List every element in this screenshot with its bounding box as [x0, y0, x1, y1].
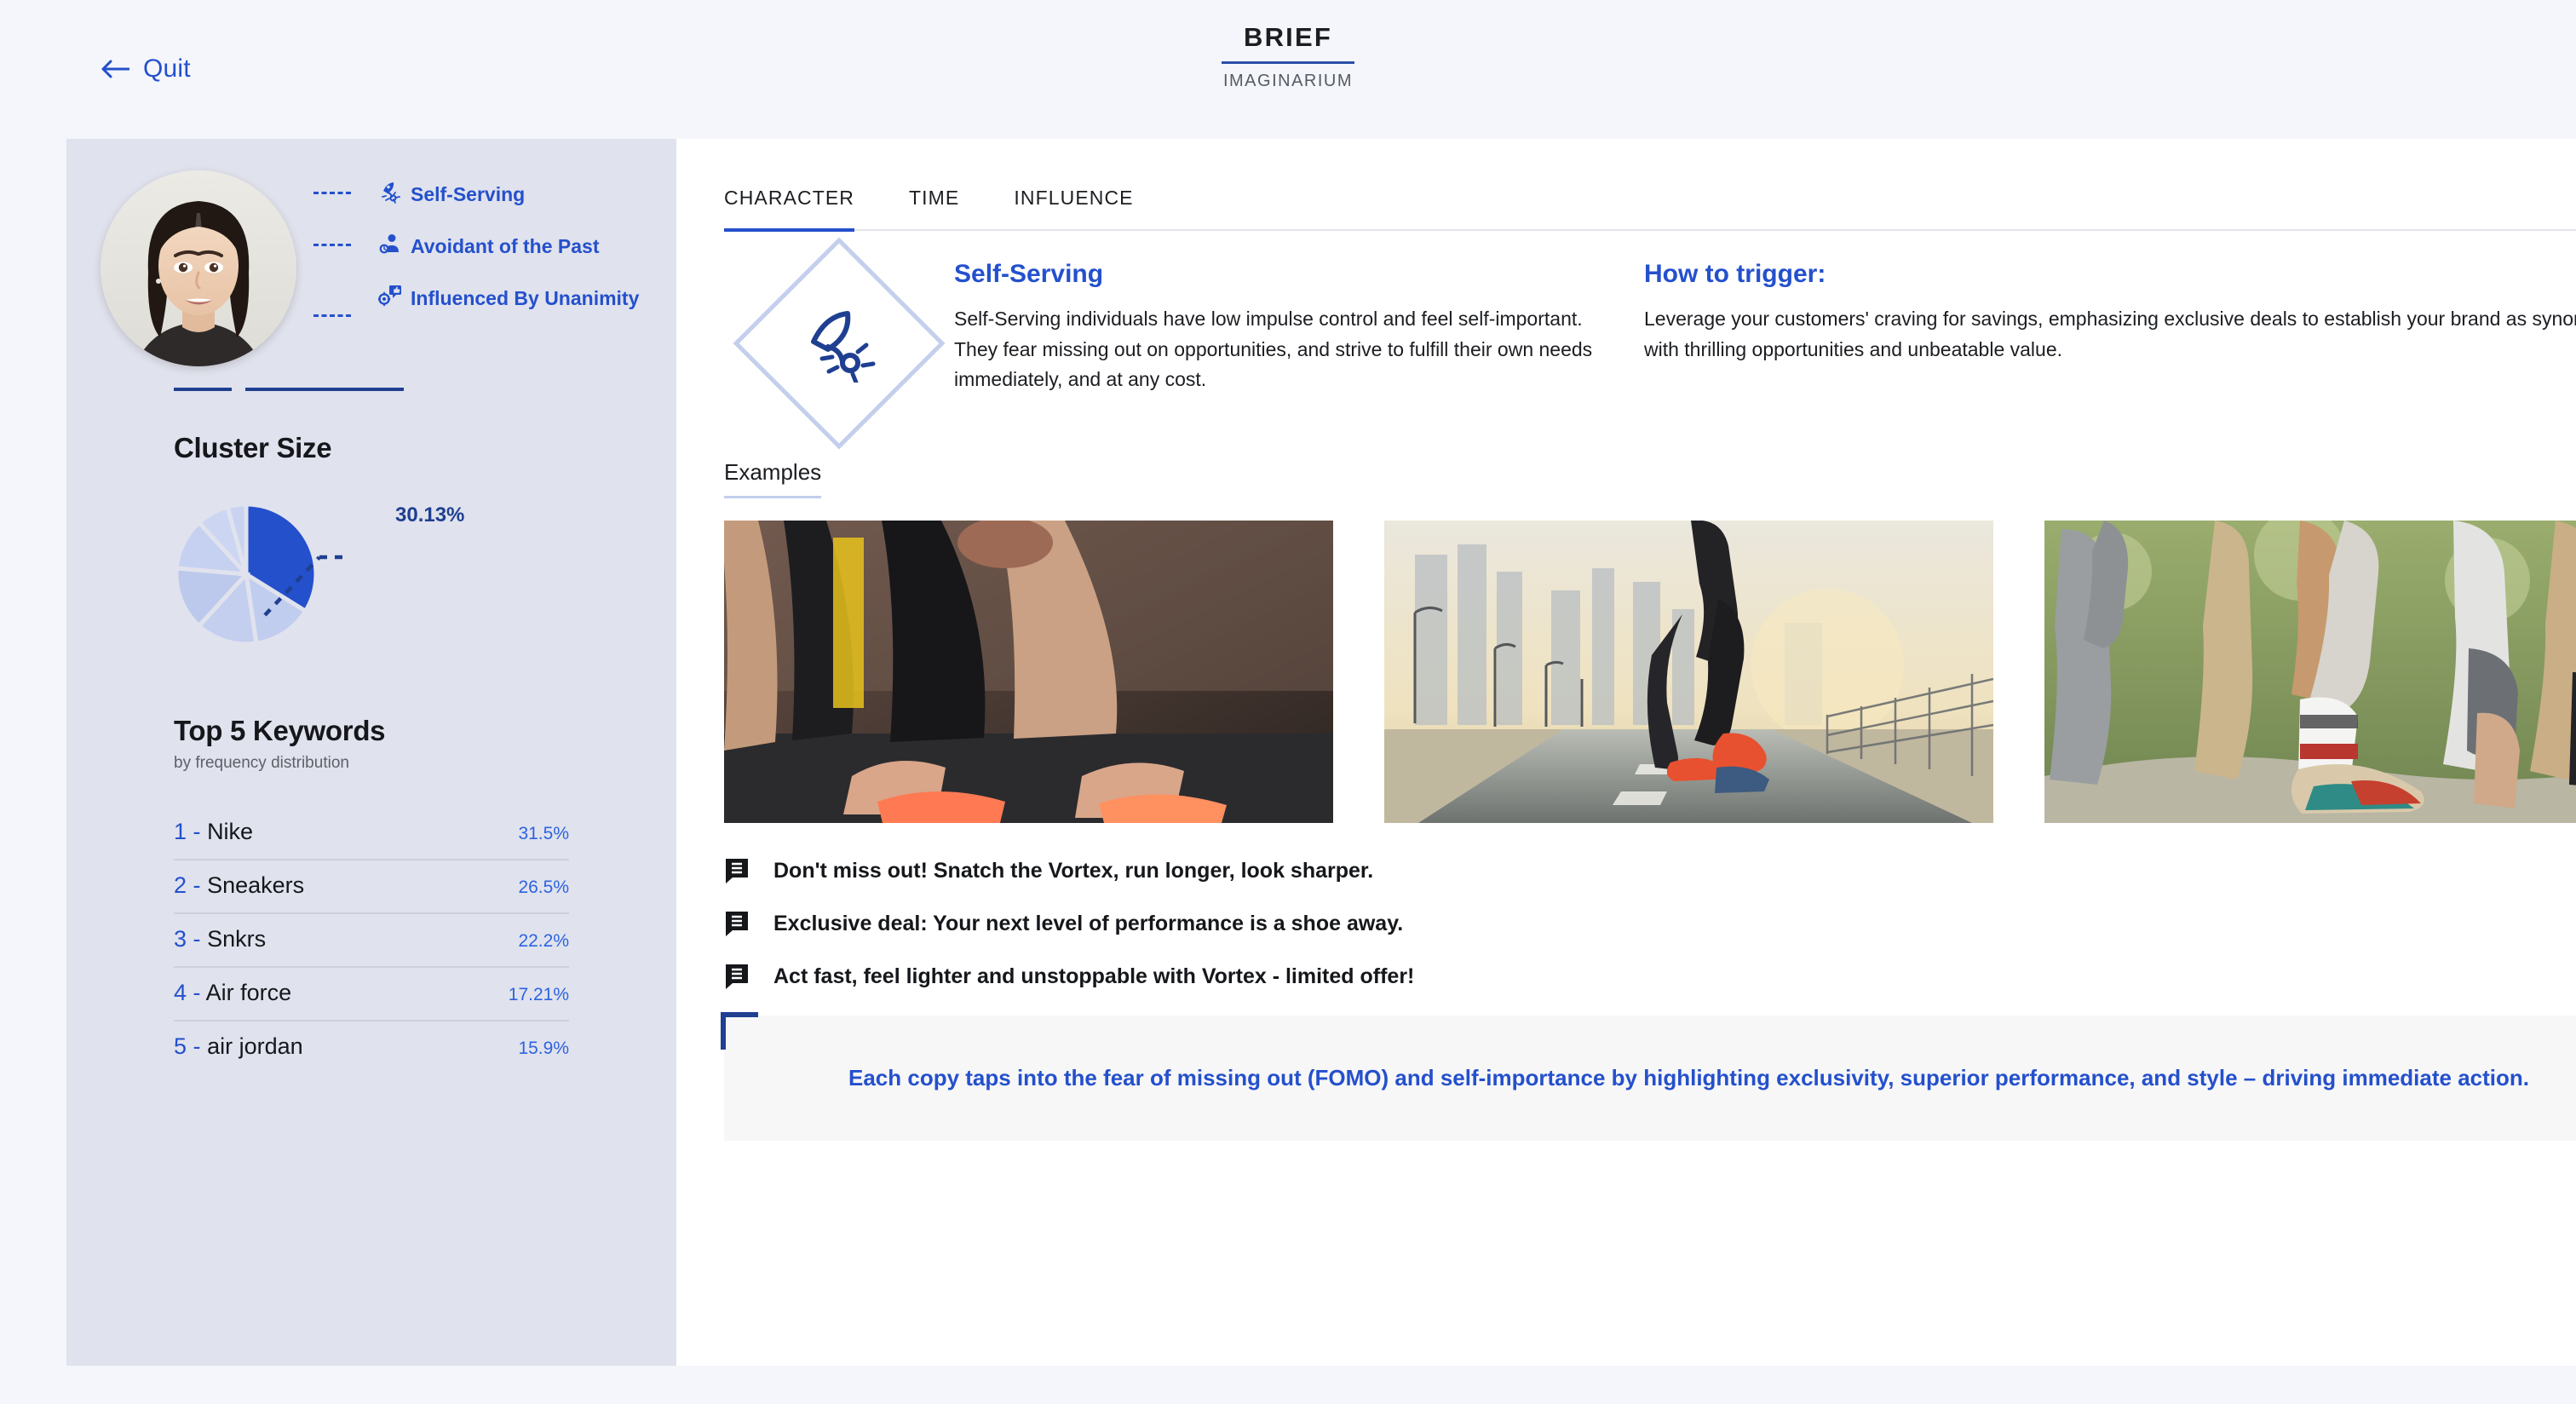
- trait-avoidant-of-the-past[interactable]: Avoidant of the Past: [313, 233, 663, 260]
- page-title: BRIEF: [1222, 22, 1354, 64]
- trait-description-column: Self-Serving Self-Serving individuals ha…: [954, 260, 1644, 418]
- trait-label: Influenced By Unanimity: [411, 287, 640, 310]
- trait-title: Self-Serving: [954, 260, 1104, 288]
- tab-influence[interactable]: INFLUENCE: [1014, 170, 1133, 232]
- tab-character[interactable]: CHARACTER: [724, 170, 855, 232]
- keyword-percentage: 15.9%: [518, 1039, 569, 1058]
- copy-text: Don't miss out! Snatch the Vortex, run l…: [773, 858, 1374, 883]
- app-shell: Self-Serving Avoidant of the Past Influe…: [66, 139, 2576, 1366]
- keyword-percentage: 17.21%: [508, 985, 569, 1004]
- keyword-percentage: 26.5%: [518, 878, 569, 897]
- keyword-rank: 5: [174, 1033, 187, 1059]
- trait-influenced-by-unanimity[interactable]: Influenced By Unanimity: [313, 284, 663, 318]
- persona-sidebar: Self-Serving Avoidant of the Past Influe…: [66, 139, 676, 1366]
- keyword-name: air jordan: [207, 1033, 303, 1059]
- keyword-name: Snkrs: [207, 926, 267, 952]
- keywords-subtitle: by frequency distribution: [174, 754, 349, 772]
- keyword-separator: -: [193, 819, 201, 844]
- cluster-size-pie-chart: 30.13%: [66, 485, 676, 689]
- list-item[interactable]: 3 - Snkrs 22.2%: [174, 914, 569, 968]
- main-panel: CHARACTER TIME INFLUENCE Self-Serving Se…: [676, 139, 2576, 1366]
- copy-row: Act fast, feel lighter and unstoppable w…: [724, 963, 2576, 990]
- keyword-rank: 3: [174, 926, 187, 952]
- keyword-rank: 2: [174, 872, 187, 898]
- copy-text: Exclusive deal: Your next level of perfo…: [773, 911, 1404, 935]
- keyword-percentage: 31.5%: [518, 824, 569, 843]
- connector-line: [313, 244, 351, 247]
- keywords-header: Top 5 Keywords by frequency distribution: [66, 715, 676, 773]
- message-icon: [724, 857, 753, 884]
- thumbs-up-group-icon: [378, 284, 402, 308]
- copy-row: Don't miss out! Snatch the Vortex, run l…: [724, 857, 2576, 884]
- trait-detail: Self-Serving Self-Serving individuals ha…: [724, 231, 2576, 450]
- summary-text: Each copy taps into the fear of missing …: [848, 1065, 2529, 1090]
- trigger-title: How to trigger:: [1644, 260, 1826, 288]
- keyword-separator: -: [193, 872, 201, 898]
- persona-summary: Self-Serving Avoidant of the Past Influe…: [66, 139, 676, 394]
- keyword-name: Sneakers: [207, 872, 305, 898]
- avatar: [101, 170, 296, 366]
- rocket-icon: [378, 180, 402, 204]
- examples-label: Examples: [724, 459, 822, 498]
- summary-callout: Each copy taps into the fear of missing …: [721, 1012, 2576, 1141]
- tab-time[interactable]: TIME: [909, 170, 959, 232]
- example-image-3[interactable]: [2044, 521, 2576, 823]
- list-item[interactable]: 1 - Nike 31.5%: [174, 807, 569, 860]
- connector-line: [313, 192, 351, 194]
- trigger-column: How to trigger: Leverage your customers'…: [1644, 260, 2576, 418]
- connector-line: [313, 314, 351, 318]
- trait-self-serving[interactable]: Self-Serving: [313, 181, 663, 208]
- trait-label: Self-Serving: [411, 183, 526, 205]
- cluster-size-value: 30.13%: [395, 503, 465, 526]
- trait-label: Avoidant of the Past: [411, 235, 600, 258]
- keyword-separator: -: [193, 926, 201, 952]
- example-image-1[interactable]: [724, 521, 1333, 823]
- brand-subtitle: IMAGINARIUM: [1222, 72, 1354, 90]
- person-history-icon: [378, 232, 402, 256]
- message-icon: [724, 910, 753, 937]
- copy-examples: Don't miss out! Snatch the Vortex, run l…: [724, 857, 2576, 990]
- example-images: [724, 521, 2576, 823]
- trigger-description: Leverage your customers' craving for sav…: [1644, 308, 2576, 360]
- keyword-separator: -: [193, 1033, 201, 1059]
- copy-text: Act fast, feel lighter and unstoppable w…: [773, 964, 1415, 988]
- list-item[interactable]: 4 - Air force 17.21%: [174, 968, 569, 1021]
- persona-traits: Self-Serving Avoidant of the Past Influe…: [313, 181, 663, 337]
- keywords-list: 1 - Nike 31.5% 2 - Sneakers 26.5% 3 - Sn: [66, 807, 676, 1073]
- message-icon: [724, 963, 753, 990]
- keyword-name: Nike: [207, 819, 254, 844]
- list-item[interactable]: 5 - air jordan 15.9%: [174, 1021, 569, 1073]
- keyword-name: Air force: [205, 980, 292, 1005]
- trait-icon-container: [724, 237, 954, 450]
- pie-svg: [174, 502, 348, 647]
- keyword-rank: 1: [174, 819, 187, 844]
- keyword-percentage: 22.2%: [518, 931, 569, 951]
- corner-bracket-top-left: [721, 1012, 758, 1050]
- cluster-size-title: Cluster Size: [174, 432, 332, 463]
- example-image-2[interactable]: [1384, 521, 1993, 823]
- keyword-separator: -: [193, 980, 201, 1005]
- top-bar: Quit BRIEF IMAGINARIUM: [0, 0, 2576, 136]
- brand-header: BRIEF IMAGINARIUM: [0, 22, 2576, 91]
- list-item[interactable]: 2 - Sneakers 26.5%: [174, 860, 569, 914]
- keywords-title: Top 5 Keywords: [174, 715, 386, 746]
- diamond-frame: [733, 237, 946, 450]
- trait-description: Self-Serving individuals have low impuls…: [954, 308, 1593, 391]
- copy-row: Exclusive deal: Your next level of perfo…: [724, 910, 2576, 937]
- keyword-rank: 4: [174, 980, 187, 1005]
- tab-bar: CHARACTER TIME INFLUENCE: [724, 170, 2576, 232]
- rocket-burst-icon: [811, 311, 876, 383]
